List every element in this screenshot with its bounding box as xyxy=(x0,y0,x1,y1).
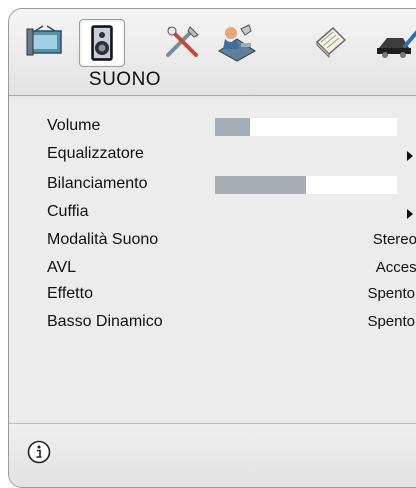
headphone-row[interactable]: Cuffia xyxy=(9,199,416,227)
balance-row[interactable]: Bilanciamento 0 xyxy=(9,171,416,199)
sound-menu-button[interactable] xyxy=(79,19,125,67)
balance-slider[interactable] xyxy=(215,176,397,194)
balance-label: Bilanciamento xyxy=(47,175,148,192)
guide-menu-button[interactable] xyxy=(309,19,353,65)
installation-icon xyxy=(218,24,256,62)
sound-mode-value: Stereo xyxy=(372,231,416,248)
settings-menu-button[interactable] xyxy=(161,19,205,65)
headphone-label: Cuffia xyxy=(47,203,89,220)
source-menu-button[interactable] xyxy=(375,19,416,65)
volume-slider[interactable] xyxy=(215,118,397,136)
sound-speaker-icon xyxy=(91,25,113,61)
headphone-arrow-icon xyxy=(407,209,413,219)
osd-menu-frame: SUONO Volume 10 Equalizzatore Bilanciame… xyxy=(8,8,416,488)
equalizer-row[interactable]: Equalizzatore xyxy=(9,141,416,169)
sound-mode-label: Modalità Suono xyxy=(47,231,159,248)
volume-row[interactable]: Volume 10 xyxy=(9,113,416,141)
volume-label: Volume xyxy=(47,117,101,134)
sound-mode-row[interactable]: Modalità Suono Stereo xyxy=(9,227,416,255)
source-icon xyxy=(377,30,416,58)
installation-menu-button[interactable] xyxy=(215,19,259,65)
equalizer-label: Equalizzatore xyxy=(47,145,144,162)
volume-slider-fill xyxy=(215,118,250,136)
equalizer-arrow-icon xyxy=(407,151,413,161)
info-icon[interactable] xyxy=(27,440,51,464)
menu-title: SUONO xyxy=(88,69,162,90)
picture-icon xyxy=(26,25,62,56)
menu-icon-bar: SUONO xyxy=(9,9,416,96)
avl-label: AVL xyxy=(47,259,77,276)
dynamic-bass-label: Basso Dinamico xyxy=(47,313,163,330)
avl-value: Acceso xyxy=(375,259,416,276)
info-bar xyxy=(9,423,416,487)
avl-row[interactable]: AVL Acceso xyxy=(9,255,416,283)
dynamic-bass-value: Spento xyxy=(367,313,415,330)
guide-book-icon xyxy=(315,26,347,59)
effect-value: Spento xyxy=(367,285,415,302)
picture-menu-button[interactable] xyxy=(23,19,67,65)
effect-row[interactable]: Effetto Spento xyxy=(9,281,416,309)
balance-slider-fill xyxy=(215,176,306,194)
dynamic-bass-row[interactable]: Basso Dinamico Spento xyxy=(9,309,416,337)
settings-tools-icon xyxy=(166,26,199,57)
effect-label: Effetto xyxy=(47,285,93,302)
sound-settings-list: Volume 10 Equalizzatore Bilanciamento 0 … xyxy=(9,99,416,421)
